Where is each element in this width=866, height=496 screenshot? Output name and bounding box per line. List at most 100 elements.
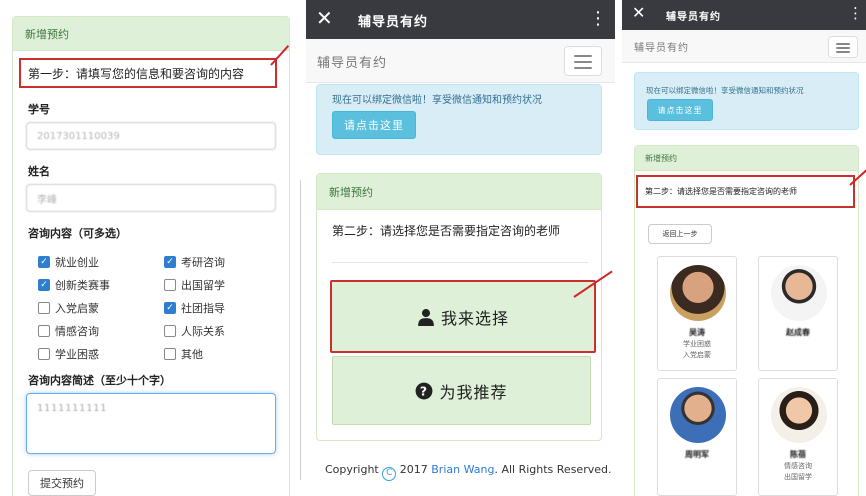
- wechat-titlebar: ✕ 辅导员有约 ⋮: [306, 0, 615, 39]
- screen-step-one: 新增预约 第一步：请填写您的信息和要咨询的内容 学号 2017301110039…: [0, 0, 300, 496]
- topic-checkbox[interactable]: 其他: [164, 346, 203, 362]
- copyright-year: 2017: [399, 463, 428, 476]
- teacher-name: 赵成春: [786, 327, 810, 337]
- svg-text:?: ?: [420, 384, 428, 398]
- step-two-instruction-3: 第二步：请选择您是否需要指定咨询的老师: [636, 175, 855, 208]
- wechat-bind-alert-3: 现在可以绑定微信啦！享受微信通知和预约状况 请点击这里: [634, 72, 859, 130]
- teacher-card[interactable]: 吴涛 学业困惑 入党启蒙: [657, 256, 737, 371]
- teacher-tag: 入党启蒙: [683, 351, 711, 359]
- copyright-footer: Copyright C 2017 Brian Wang. All Rights …: [325, 463, 611, 481]
- student-id-input[interactable]: 2017301110039: [26, 122, 276, 150]
- topic-label: 学业困惑: [55, 348, 99, 361]
- topic-checkbox[interactable]: 入党启蒙: [38, 300, 99, 316]
- teacher-tag: 情感咨询: [784, 462, 812, 470]
- checkbox-empty-icon[interactable]: [164, 279, 176, 291]
- submit-appointment-button[interactable]: 提交预约: [28, 470, 96, 496]
- separator: [332, 262, 588, 263]
- topic-label: 情感咨询: [55, 325, 99, 338]
- hamburger-menu-icon[interactable]: [828, 36, 858, 58]
- topic-label: 就业创业: [55, 256, 99, 269]
- recommend-button[interactable]: ? 为我推荐: [332, 356, 591, 425]
- navbar-brand[interactable]: 辅导员有约: [317, 52, 387, 71]
- checkbox-empty-icon[interactable]: [164, 325, 176, 337]
- topic-checkbox[interactable]: 人际关系: [164, 323, 225, 339]
- hamburger-menu-icon[interactable]: [564, 46, 602, 76]
- brief-label: 咨询内容简述（至少十个字）: [28, 374, 171, 387]
- copyright-suffix: . All Rights Reserved.: [494, 463, 612, 476]
- topic-checkbox[interactable]: ✓ 创新类赛事: [38, 277, 110, 293]
- question-circle-icon: ?: [416, 382, 433, 399]
- more-vertical-icon[interactable]: ⋮: [589, 10, 607, 28]
- titlebar-title: 辅导员有约: [358, 15, 429, 30]
- more-vertical-icon[interactable]: ⋮: [848, 6, 863, 21]
- checkbox-empty-icon[interactable]: [164, 348, 176, 360]
- site-navbar: 辅导员有约: [306, 39, 615, 83]
- teacher-name: 周明军: [685, 449, 709, 459]
- checkbox-empty-icon[interactable]: [38, 348, 50, 360]
- teacher-photo: [670, 265, 726, 321]
- topic-label: 入党启蒙: [55, 302, 99, 315]
- recommend-label: 为我推荐: [439, 382, 508, 402]
- topic-label: 创新类赛事: [55, 279, 110, 292]
- topic-label: 出国留学: [181, 279, 225, 292]
- teacher-photo: [670, 387, 726, 443]
- topic-checkbox[interactable]: 出国留学: [164, 277, 225, 293]
- alert-text-3: 现在可以绑定微信啦！享受微信通知和预约状况: [646, 86, 804, 95]
- topic-checkbox[interactable]: ✓ 考研咨询: [164, 254, 225, 270]
- topics-label: 咨询内容（可多选）: [28, 227, 127, 240]
- teacher-photo: [771, 387, 827, 443]
- panel-heading-2: 新增预约: [317, 174, 601, 210]
- teacher-card[interactable]: 赵成春: [758, 256, 838, 371]
- teacher-card[interactable]: 周明军: [657, 378, 737, 496]
- close-icon[interactable]: ✕: [316, 6, 333, 30]
- topic-checkbox[interactable]: 情感咨询: [38, 323, 99, 339]
- screen-step-two: ✕ 辅导员有约 ⋮ 辅导员有约 现在可以绑定微信啦！享受微信通知和预约状况 请点…: [306, 0, 615, 496]
- copyright-prefix: Copyright: [325, 463, 379, 476]
- topic-checkbox[interactable]: ✓ 就业创业: [38, 254, 99, 270]
- topic-label: 其他: [181, 348, 203, 361]
- author-link[interactable]: Brian Wang: [431, 463, 494, 476]
- checkbox-empty-icon[interactable]: [38, 302, 50, 314]
- copyright-icon: C: [382, 467, 397, 481]
- topic-checkbox[interactable]: ✓ 社团指导: [164, 300, 225, 316]
- user-icon: [418, 308, 434, 326]
- panel-heading-3: 新增预约: [635, 146, 858, 171]
- teacher-name: 陈蓓: [790, 449, 806, 459]
- titlebar-title-3: 辅导员有约: [666, 12, 721, 23]
- step-two-instruction: 第二步：请选择您是否需要指定咨询的老师: [332, 224, 561, 238]
- teacher-name: 吴涛: [689, 327, 705, 337]
- screen-teacher-list: ✕ 辅导员有约 ⋮ 辅导员有约 现在可以绑定微信啦！享受微信通知和预约状况 请点…: [622, 0, 866, 496]
- choose-teacher-button[interactable]: 我来选择: [330, 280, 596, 353]
- close-icon[interactable]: ✕: [632, 3, 645, 22]
- name-label: 姓名: [28, 165, 50, 178]
- brief-textarea[interactable]: 1111111111: [26, 393, 276, 454]
- panel-heading: 新增预约: [13, 17, 289, 51]
- checkbox-checked-icon[interactable]: ✓: [38, 279, 50, 291]
- column-divider: [300, 180, 301, 480]
- brief-textarea-value: 1111111111: [37, 403, 108, 414]
- topic-checkbox[interactable]: 学业困惑: [38, 346, 99, 362]
- navbar-brand-3[interactable]: 辅导员有约: [634, 39, 689, 54]
- name-input[interactable]: 李峰: [26, 184, 276, 212]
- checkbox-checked-icon[interactable]: ✓: [38, 256, 50, 268]
- choose-teacher-label: 我来选择: [440, 308, 509, 328]
- checkbox-checked-icon[interactable]: ✓: [164, 302, 176, 314]
- step-one-instruction: 第一步：请填写您的信息和要咨询的内容: [19, 58, 277, 88]
- topic-label: 社团指导: [181, 302, 225, 315]
- checkbox-checked-icon[interactable]: ✓: [164, 256, 176, 268]
- alert-text: 现在可以绑定微信啦！享受微信通知和预约状况: [332, 95, 542, 106]
- teacher-card[interactable]: 陈蓓 情感咨询 出国留学: [758, 378, 838, 496]
- back-button[interactable]: 返回上一步: [648, 224, 712, 244]
- bind-wechat-button[interactable]: 请点击这里: [332, 111, 416, 139]
- bind-wechat-button-3[interactable]: 请点击这里: [647, 99, 713, 121]
- topic-label: 人际关系: [181, 325, 225, 338]
- teacher-tag: 学业困惑: [683, 340, 711, 348]
- student-id-label: 学号: [28, 103, 50, 116]
- wechat-bind-alert: 现在可以绑定微信啦！享受微信通知和预约状况 请点击这里: [316, 84, 602, 155]
- topic-label: 考研咨询: [181, 256, 225, 269]
- teacher-tag: 出国留学: [784, 473, 812, 481]
- checkbox-empty-icon[interactable]: [38, 325, 50, 337]
- wechat-titlebar-3: ✕ 辅导员有约 ⋮: [622, 0, 866, 30]
- site-navbar-3: 辅导员有约: [622, 30, 866, 63]
- teacher-photo: [771, 265, 827, 321]
